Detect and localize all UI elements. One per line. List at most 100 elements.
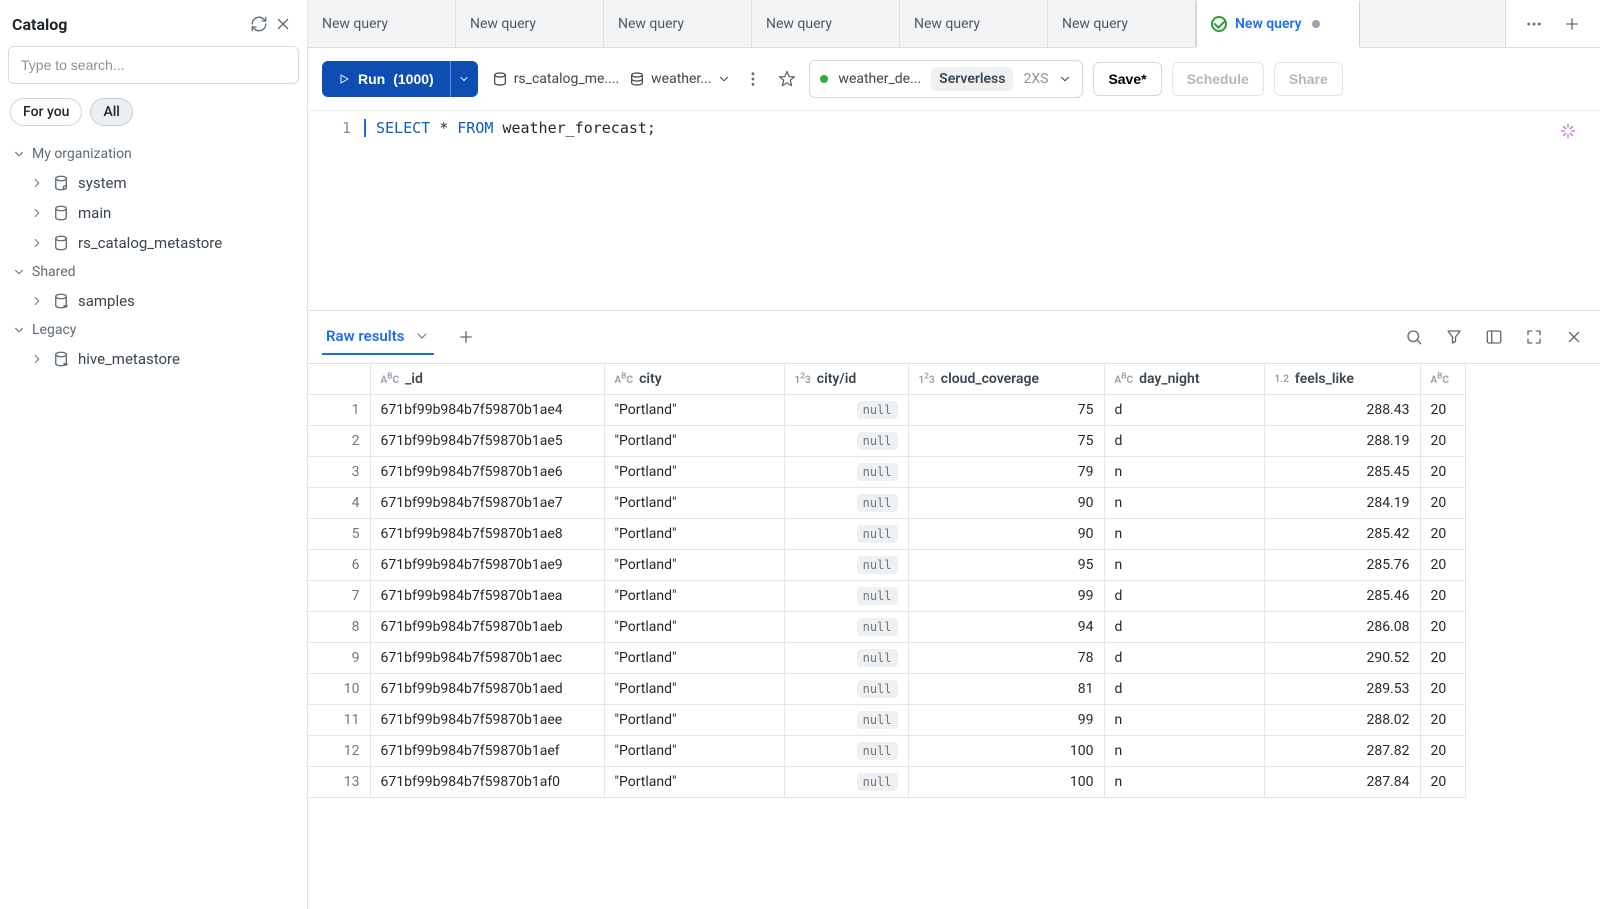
type-icon: ABC <box>1431 375 1450 386</box>
results-bar: Raw results <box>308 311 1600 364</box>
add-visualization-icon[interactable] <box>454 325 478 349</box>
cell-extra: 20 <box>1420 642 1466 673</box>
col-city[interactable]: ABCcity <box>604 364 784 394</box>
type-icon: 1.2 <box>1275 374 1289 385</box>
table-row[interactable]: 12671bf99b984b7f59870b1aef"Portland"null… <box>308 735 1466 766</box>
cell-cloud_coverage: 81 <box>908 673 1104 704</box>
sql-editor[interactable]: 1 SELECT * FROM weather_forecast; <box>308 111 1600 311</box>
table-row[interactable]: 10671bf99b984b7f59870b1aed"Portland"null… <box>308 673 1466 704</box>
tab-overflow-icon[interactable] <box>1522 12 1546 36</box>
new-tab-icon[interactable] <box>1560 12 1584 36</box>
row-number: 2 <box>308 425 370 456</box>
col-_id[interactable]: ABC_id <box>370 364 604 394</box>
run-dropdown[interactable] <box>450 61 478 97</box>
section-label: Legacy <box>32 322 76 338</box>
table-row[interactable]: 3671bf99b984b7f59870b1ae6"Portland"null7… <box>308 456 1466 487</box>
tree-item-hive_metastore[interactable]: hive_metastore <box>6 344 301 374</box>
close-results-icon[interactable] <box>1562 325 1586 349</box>
filter-for-you[interactable]: For you <box>10 98 82 126</box>
cell-day_night: n <box>1104 735 1264 766</box>
refresh-icon[interactable] <box>247 12 271 36</box>
table-row[interactable]: 6671bf99b984b7f59870b1ae9"Portland"null9… <box>308 549 1466 580</box>
results-tab[interactable]: Raw results <box>322 319 434 355</box>
cell-day_night: n <box>1104 766 1264 797</box>
cell-cloud_coverage: 100 <box>908 735 1104 766</box>
schedule-button[interactable]: Schedule <box>1172 62 1264 96</box>
row-number: 4 <box>308 487 370 518</box>
cell-extra: 20 <box>1420 487 1466 518</box>
panel-toggle-icon[interactable] <box>1482 325 1506 349</box>
cell-feels_like: 287.82 <box>1264 735 1420 766</box>
tree-item-rs_catalog_metastore[interactable]: rs_catalog_metastore <box>6 228 301 258</box>
section-my-org[interactable]: My organization <box>6 140 301 168</box>
tab-inactive[interactable]: New query <box>456 0 604 47</box>
table-row[interactable]: 8671bf99b984b7f59870b1aeb"Portland"null9… <box>308 611 1466 642</box>
share-button[interactable]: Share <box>1274 62 1343 96</box>
cell-feels_like: 285.76 <box>1264 549 1420 580</box>
catalog-selector[interactable]: rs_catalog_me.... <box>492 71 619 87</box>
table-row[interactable]: 5671bf99b984b7f59870b1ae8"Portland"null9… <box>308 518 1466 549</box>
cell-city_id: null <box>784 549 908 580</box>
tree-item-system[interactable]: system <box>6 168 301 198</box>
cell-feels_like: 286.08 <box>1264 611 1420 642</box>
table-row[interactable]: 2671bf99b984b7f59870b1ae5"Portland"null7… <box>308 425 1466 456</box>
col-extra[interactable]: ABC <box>1420 364 1466 394</box>
tab-active[interactable]: New query <box>1196 0 1360 48</box>
cell-extra: 20 <box>1420 704 1466 735</box>
cell-_id: 671bf99b984b7f59870b1aed <box>370 673 604 704</box>
table-row[interactable]: 1671bf99b984b7f59870b1ae4"Portland"null7… <box>308 394 1466 425</box>
ai-assistant-icon[interactable] <box>1556 119 1580 143</box>
table-row[interactable]: 13671bf99b984b7f59870b1af0"Portland"null… <box>308 766 1466 797</box>
col-cloud_coverage[interactable]: 123cloud_coverage <box>908 364 1104 394</box>
type-icon: ABC <box>381 375 400 386</box>
table-row[interactable]: 7671bf99b984b7f59870b1aea"Portland"null9… <box>308 580 1466 611</box>
cell-cloud_coverage: 99 <box>908 580 1104 611</box>
tab-inactive[interactable]: New query <box>752 0 900 47</box>
table-row[interactable]: 9671bf99b984b7f59870b1aec"Portland"null7… <box>308 642 1466 673</box>
tab-inactive[interactable]: New query <box>308 0 456 47</box>
cell-feels_like: 285.46 <box>1264 580 1420 611</box>
row-number: 9 <box>308 642 370 673</box>
row-number: 7 <box>308 580 370 611</box>
row-number: 12 <box>308 735 370 766</box>
row-number: 10 <box>308 673 370 704</box>
col-day_night[interactable]: ABCday_night <box>1104 364 1264 394</box>
tab-inactive[interactable]: New query <box>900 0 1048 47</box>
results-tab-label: Raw results <box>326 327 404 345</box>
kebab-menu-icon[interactable] <box>741 67 765 91</box>
tree-label: hive_metastore <box>78 350 180 368</box>
compute-selector[interactable]: weather_de... Serverless 2XS <box>809 60 1083 98</box>
star-icon[interactable] <box>775 67 799 91</box>
tab-inactive[interactable]: New query <box>604 0 752 47</box>
cluster-mode: Serverless <box>931 67 1013 91</box>
tree-item-main[interactable]: main <box>6 198 301 228</box>
cell-city: "Portland" <box>604 611 784 642</box>
maximize-icon[interactable] <box>1522 325 1546 349</box>
filter-icon[interactable] <box>1442 325 1466 349</box>
table-row[interactable]: 11671bf99b984b7f59870b1aee"Portland"null… <box>308 704 1466 735</box>
col-feels_like[interactable]: 1.2feels_like <box>1264 364 1420 394</box>
table-row[interactable]: 4671bf99b984b7f59870b1ae7"Portland"null9… <box>308 487 1466 518</box>
schema-selector[interactable]: weather... <box>629 71 731 87</box>
tree-item-samples[interactable]: samples <box>6 286 301 316</box>
section-shared[interactable]: Shared <box>6 258 301 286</box>
save-button[interactable]: Save* <box>1093 62 1161 96</box>
cell-extra: 20 <box>1420 549 1466 580</box>
cell-day_night: d <box>1104 425 1264 456</box>
search-results-icon[interactable] <box>1402 325 1426 349</box>
results-table-wrap[interactable]: ABC_idABCcity123city/id123cloud_coverage… <box>308 364 1600 909</box>
run-button[interactable]: Run (1000) <box>322 61 450 97</box>
filter-all[interactable]: All <box>90 98 132 126</box>
tab-inactive[interactable]: New query <box>1048 0 1196 47</box>
section-legacy[interactable]: Legacy <box>6 316 301 344</box>
cell-city_id: null <box>784 394 908 425</box>
col-city_id[interactable]: 123city/id <box>784 364 908 394</box>
cell-cloud_coverage: 100 <box>908 766 1104 797</box>
cell-_id: 671bf99b984b7f59870b1ae7 <box>370 487 604 518</box>
catalog-search-input[interactable] <box>8 46 299 84</box>
cell-cloud_coverage: 95 <box>908 549 1104 580</box>
query-toolbar: Run (1000) rs_catalog_me.... weather... <box>308 48 1600 111</box>
close-sidebar-icon[interactable] <box>271 12 295 36</box>
cell-_id: 671bf99b984b7f59870b1aef <box>370 735 604 766</box>
cell-_id: 671bf99b984b7f59870b1aee <box>370 704 604 735</box>
